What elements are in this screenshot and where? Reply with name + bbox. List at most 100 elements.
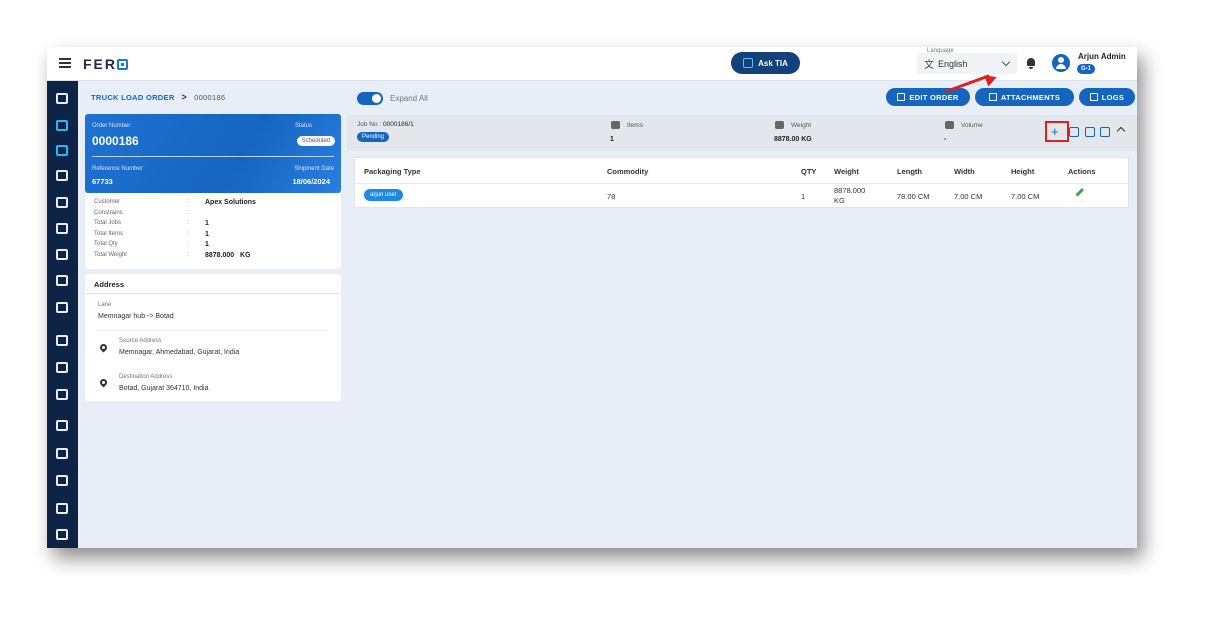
sidebar-network-icon[interactable] [56, 420, 68, 431]
list-details-icon[interactable] [1100, 127, 1110, 137]
sidebar-money-icon[interactable] [56, 302, 68, 313]
network-glyph [56, 420, 68, 431]
sidebar-document-icon[interactable] [56, 223, 68, 234]
breadcrumb-root[interactable]: TRUCK LOAD ORDER [91, 93, 175, 102]
sidebar-dashboard-icon[interactable] [56, 93, 68, 104]
logs-button[interactable]: LOGS [1079, 88, 1135, 106]
split-icon[interactable] [1085, 127, 1095, 137]
sidebar-delivery-icon[interactable] [56, 335, 68, 346]
cell-length: 78.00 CM [897, 192, 930, 201]
destination-pin-icon [100, 379, 107, 388]
address-title: Address [94, 280, 125, 289]
notification-bell-icon[interactable] [1026, 57, 1036, 69]
cell-weight: 8878.000 KG [834, 186, 866, 205]
info-value: Apex Solutions [205, 199, 256, 206]
logs-label: LOGS [1101, 92, 1125, 102]
app-logo[interactable]: FER [83, 56, 128, 72]
items-label: Items [627, 122, 643, 129]
truck-glyph [56, 197, 68, 208]
sidebar-location-truck-icon[interactable] [56, 275, 68, 286]
chevron-up-icon[interactable] [1116, 126, 1126, 136]
edit-order-button[interactable]: EDIT ORDER [886, 88, 970, 106]
weight-icon [775, 121, 784, 129]
expand-all-toggle[interactable] [357, 92, 383, 105]
add-item-icon[interactable]: + [1051, 124, 1059, 139]
order-number-label: Order Number [92, 123, 131, 129]
sidebar-trash-icon[interactable] [56, 529, 68, 540]
menu-icon[interactable] [59, 58, 71, 68]
database-glyph [56, 249, 68, 260]
sidebar-truck-icon[interactable] [56, 197, 68, 208]
volume-icon [945, 121, 954, 129]
breadcrumb-current: 0000186 [194, 92, 226, 102]
location-pin-icon [100, 344, 107, 353]
lane-divider [98, 330, 328, 331]
col-packaging-type: Packaging Type [364, 167, 421, 176]
lane-label: Lane [98, 302, 112, 308]
language-select[interactable]: 文 English [917, 53, 1017, 74]
info-key: Total Jobs [94, 220, 122, 226]
col-commodity: Commodity [607, 167, 649, 176]
info-row-customer: Customer: Apex Solutions [94, 199, 256, 206]
order-summary-card: Order Number 0000186 Status Scheduled Re… [85, 114, 341, 193]
items-value: 1 [610, 136, 614, 143]
info-key: Total Qty [94, 241, 118, 247]
truck-assign-icon[interactable] [1069, 127, 1079, 137]
job-header: Job No : 0000186/1 Pending Items 1 Weigh… [347, 115, 1137, 151]
chevron-down-icon [1001, 57, 1011, 67]
trash-glyph [56, 529, 68, 540]
cell-height: 7.00 CM [1011, 192, 1040, 201]
list-icon [1089, 93, 1098, 101]
info-value: 8878.000 KG [205, 252, 251, 259]
info-value: 1 [205, 241, 209, 248]
col-actions: Actions [1068, 167, 1096, 176]
card-divider [92, 156, 334, 157]
shipment-date: 18/06/2024 [292, 177, 330, 186]
app-window: FER Ask TIA Language 文 English Arjun Admi… [47, 47, 1137, 548]
reference-number: 67733 [92, 177, 113, 186]
info-row-total-items: Total Items: 1 [94, 231, 209, 238]
attachments-button[interactable]: ATTACHMENTS [975, 88, 1074, 106]
language-value: English [938, 58, 968, 69]
cell-width: 7.00 CM [954, 192, 983, 201]
weight-value: 8878.00 KG [774, 136, 812, 143]
sidebar-database-icon[interactable] [56, 249, 68, 260]
sidebar-report-icon[interactable] [56, 503, 68, 514]
breadcrumb: TRUCK LOAD ORDER > 0000186 [91, 92, 225, 102]
sidebar-settings-icon[interactable] [56, 475, 68, 486]
dashboard-glyph [56, 93, 68, 104]
logo-text: FER [83, 56, 117, 72]
cell-commodity: 78 [607, 192, 616, 201]
sidebar-building-icon[interactable] [56, 389, 68, 400]
sidebar-truck-settings-icon[interactable] [56, 448, 68, 459]
user-avatar-icon[interactable] [1052, 54, 1070, 72]
bus-glyph [56, 170, 68, 181]
source-address-label: Source Address [119, 338, 162, 344]
info-value: 1 [205, 220, 209, 227]
sidebar-ledger-icon[interactable] [56, 362, 68, 373]
ledger-glyph [56, 362, 68, 373]
col-length: Length [897, 167, 922, 176]
sidebar-truck-load-icon[interactable] [56, 145, 68, 156]
sidebar-orders-icon[interactable] [56, 120, 68, 131]
breadcrumb-separator: > [181, 92, 188, 102]
attachments-label: ATTACHMENTS [1000, 92, 1061, 102]
info-key: Total Items [94, 231, 124, 237]
address-divider [85, 293, 341, 294]
shipment-date-label: Shipment Date [294, 166, 334, 172]
status-label: Status [294, 123, 312, 129]
volume-value: - [944, 136, 947, 143]
logo-mark [117, 59, 128, 70]
status-badge: Scheduled [296, 136, 335, 146]
lane-value: Memnagar hub -> Botad [98, 313, 174, 320]
money-glyph [56, 302, 68, 313]
translate-icon: 文 [924, 60, 934, 71]
ask-tia-button[interactable]: Ask TIA [731, 52, 800, 74]
info-colon: : [187, 252, 189, 258]
items-table: Packaging Type Commodity QTY Weight Leng… [354, 157, 1129, 208]
order-info-card: Customer: Apex Solutions Constrains: Tota… [85, 193, 341, 269]
edit-pencil-icon[interactable] [1075, 188, 1084, 197]
sidebar-bus-icon[interactable] [56, 170, 68, 181]
user-badge: G-1 [1077, 64, 1096, 74]
info-row-constrains: Constrains: [94, 210, 205, 216]
